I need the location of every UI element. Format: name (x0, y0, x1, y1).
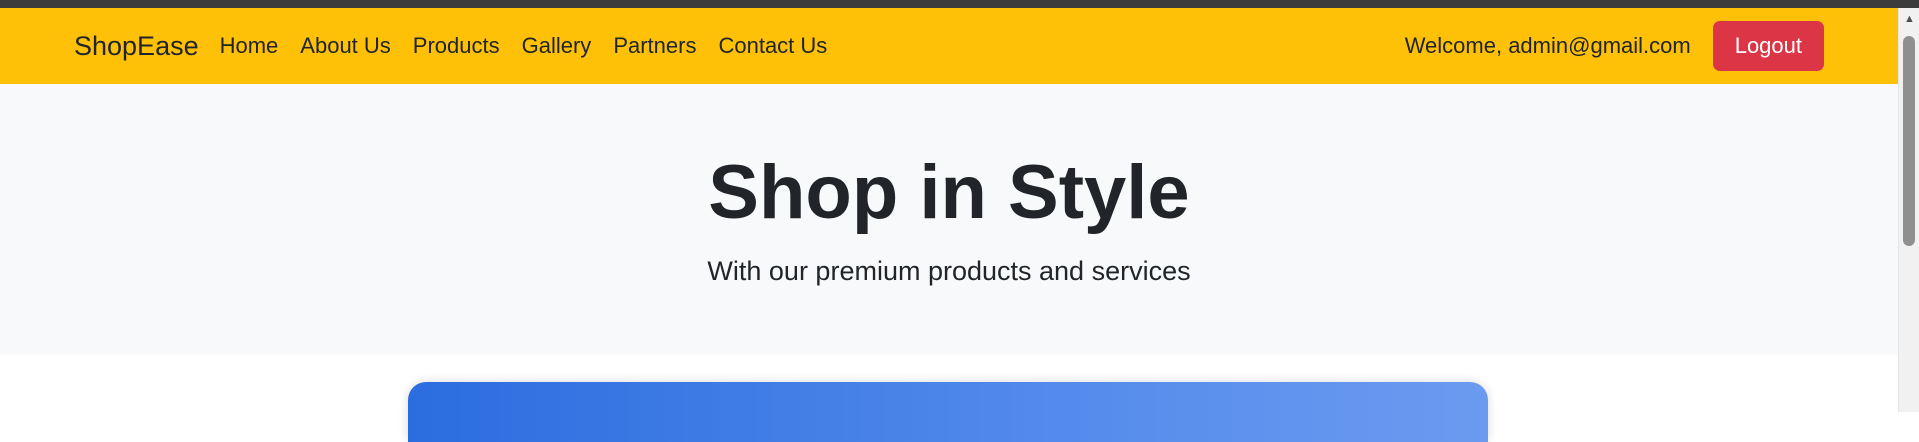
nav-user-area: Welcome, admin@gmail.com Logout (1405, 21, 1824, 71)
scrollbar-thumb[interactable] (1903, 36, 1915, 246)
nav-link-gallery[interactable]: Gallery (511, 33, 603, 59)
nav-link-partners[interactable]: Partners (602, 33, 707, 59)
nav-link-home[interactable]: Home (209, 33, 290, 59)
nav-links: Home About Us Products Gallery Partners … (209, 33, 839, 59)
welcome-text: Welcome, admin@gmail.com (1404, 33, 1691, 58)
nav-link-contact-us[interactable]: Contact Us (707, 33, 838, 59)
brand-logo[interactable]: ShopEase (74, 31, 199, 62)
chevron-up-icon[interactable]: ▲ (1904, 14, 1915, 25)
hero-title: Shop in Style (708, 150, 1190, 235)
navbar: ShopEase Home About Us Products Gallery … (0, 8, 1898, 84)
hero-section: Shop in Style With our premium products … (0, 84, 1898, 355)
logout-button[interactable]: Logout (1712, 21, 1824, 71)
page-scrollbar[interactable]: ▲ (1898, 8, 1919, 412)
hero-subtitle: With our premium products and services (707, 256, 1191, 286)
browser-top-strip (0, 0, 1919, 8)
nav-link-products[interactable]: Products (402, 33, 511, 59)
nav-link-about-us[interactable]: About Us (289, 33, 402, 59)
featured-banner-card (408, 382, 1488, 442)
